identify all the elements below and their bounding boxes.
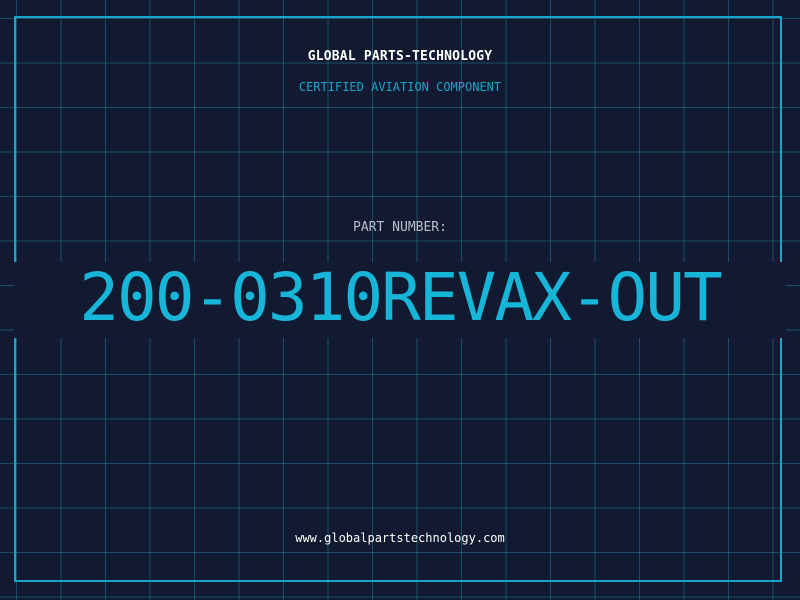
certification-tagline: CERTIFIED AVIATION COMPONENT <box>298 80 502 94</box>
part-number-label: PART NUMBER: <box>353 220 447 235</box>
part-label-canvas: GLOBAL PARTS-TECHNOLOGY CERTIFIED AVIATI… <box>0 0 800 600</box>
part-number-value: 200-0310REVAX-OUT <box>79 259 723 336</box>
website-url: www.globalpartstechnology.com <box>295 531 505 545</box>
company-name: GLOBAL PARTS-TECHNOLOGY <box>307 49 493 64</box>
